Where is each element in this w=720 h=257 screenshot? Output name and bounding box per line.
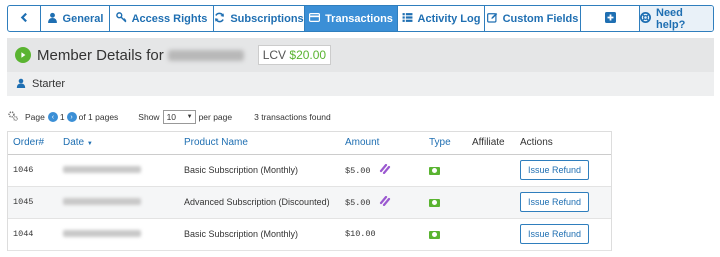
col-affiliate: Affiliate bbox=[467, 132, 515, 155]
membership-level: Starter bbox=[32, 78, 66, 90]
page-number: 1 bbox=[59, 112, 65, 122]
type-cell bbox=[424, 218, 467, 251]
user-icon bbox=[16, 78, 26, 91]
need-help-button[interactable]: Need help? bbox=[640, 6, 713, 31]
per-page-label: per page bbox=[198, 112, 233, 122]
tab-label: General bbox=[62, 12, 104, 25]
amount-cell: $10.00 bbox=[340, 218, 424, 251]
member-details-header: Member Details for LCV $20.00 bbox=[7, 38, 714, 72]
actions-cell: Issue Refund bbox=[515, 154, 611, 187]
order-date bbox=[58, 154, 179, 187]
type-cell bbox=[424, 154, 467, 187]
order-date bbox=[58, 218, 179, 251]
list-icon bbox=[402, 12, 413, 26]
affiliate-cell bbox=[467, 186, 515, 219]
lifebuoy-icon bbox=[640, 11, 651, 26]
table-row: 1045 Advanced Subscription (Discounted) … bbox=[8, 186, 611, 219]
member-tabs: General Access Rights Subscriptions Tran… bbox=[7, 5, 714, 32]
table-row: 1046 Basic Subscription (Monthly) $5.00 … bbox=[8, 154, 611, 187]
results-count: 3 transactions found bbox=[254, 112, 331, 122]
transactions-table: Order# Date ▼ Product Name Amount Type A… bbox=[7, 131, 612, 251]
tab-transactions[interactable]: Transactions bbox=[305, 6, 398, 31]
order-number: 1046 bbox=[8, 154, 58, 187]
tab-label: Subscriptions bbox=[230, 12, 304, 25]
show-label: Show bbox=[138, 112, 160, 122]
tab-label: Activity Log bbox=[417, 12, 481, 25]
actions-cell: Issue Refund bbox=[515, 218, 611, 251]
money-icon bbox=[429, 198, 440, 207]
page-title: Member Details for bbox=[37, 47, 244, 64]
plus-square-icon bbox=[604, 11, 616, 26]
credit-card-icon bbox=[309, 12, 321, 26]
lcv-badge: LCV $20.00 bbox=[257, 45, 332, 65]
edit-icon bbox=[486, 12, 498, 26]
tab-subscriptions[interactable]: Subscriptions bbox=[214, 6, 305, 31]
per-page-value: 10 bbox=[166, 112, 177, 122]
col-date[interactable]: Date ▼ bbox=[58, 132, 179, 155]
sort-desc-icon: ▼ bbox=[86, 141, 93, 148]
amount-value: $5.00 bbox=[345, 165, 371, 176]
per-page-select[interactable]: 10 ▼ bbox=[162, 110, 196, 124]
col-order[interactable]: Order# bbox=[8, 132, 58, 155]
affiliate-cell bbox=[467, 154, 515, 187]
of-pages: of 1 pages bbox=[78, 112, 119, 122]
col-product[interactable]: Product Name bbox=[179, 132, 340, 155]
issue-refund-button[interactable]: Issue Refund bbox=[520, 224, 590, 244]
membership-level-row: Starter bbox=[7, 72, 714, 96]
redacted-date bbox=[63, 230, 141, 237]
tab-access-rights[interactable]: Access Rights bbox=[110, 6, 214, 31]
tab-custom-fields[interactable]: Custom Fields bbox=[485, 6, 581, 31]
col-amount[interactable]: Amount bbox=[340, 132, 424, 155]
tab-activity-log[interactable]: Activity Log bbox=[398, 6, 485, 31]
amount-cell: $5.00 bbox=[340, 186, 424, 219]
type-cell bbox=[424, 186, 467, 219]
lcv-label: LCV bbox=[262, 48, 287, 62]
order-number: 1044 bbox=[8, 218, 58, 251]
tab-label: Custom Fields bbox=[502, 12, 579, 25]
issue-refund-button[interactable]: Issue Refund bbox=[520, 160, 590, 180]
prev-page-button[interactable]: ‹ bbox=[47, 112, 58, 122]
redacted-member-name bbox=[167, 50, 244, 62]
key-icon bbox=[115, 11, 127, 26]
affiliate-cell bbox=[467, 218, 515, 251]
add-tab[interactable] bbox=[581, 6, 640, 31]
product-name: Advanced Subscription (Discounted) bbox=[179, 186, 340, 219]
refresh-icon bbox=[214, 12, 225, 26]
col-actions: Actions bbox=[515, 132, 611, 155]
chevron-left-icon bbox=[19, 12, 30, 26]
tab-label: Need help? bbox=[656, 6, 686, 31]
redacted-date bbox=[63, 198, 141, 205]
amount-value: $10.00 bbox=[345, 229, 376, 239]
table-row: 1044 Basic Subscription (Monthly) $10.00… bbox=[8, 218, 611, 251]
next-page-button[interactable]: › bbox=[66, 112, 77, 122]
lcv-value: $20.00 bbox=[289, 48, 327, 62]
issue-refund-button[interactable]: Issue Refund bbox=[520, 192, 590, 212]
page-label: Page bbox=[25, 112, 45, 122]
amount-cell: $5.00 bbox=[340, 154, 424, 187]
page-title-text: Member Details for bbox=[37, 46, 164, 64]
play-icon bbox=[15, 47, 31, 63]
product-name: Basic Subscription (Monthly) bbox=[179, 218, 340, 251]
tab-label: Transactions bbox=[325, 12, 393, 25]
caret-down-icon: ▼ bbox=[186, 114, 193, 120]
tab-general[interactable]: General bbox=[41, 6, 110, 31]
actions-cell: Issue Refund bbox=[515, 186, 611, 219]
col-type[interactable]: Type bbox=[424, 132, 467, 155]
recurring-payment-icon bbox=[379, 163, 391, 177]
pagination-bar: Page ‹ 1 › of 1 pages Show 10 ▼ per page… bbox=[7, 108, 331, 126]
redacted-date bbox=[63, 166, 141, 173]
money-icon bbox=[429, 230, 440, 239]
order-date bbox=[58, 186, 179, 219]
product-name: Basic Subscription (Monthly) bbox=[179, 154, 340, 187]
col-date-label: Date bbox=[63, 137, 85, 149]
gear-icon[interactable] bbox=[7, 110, 19, 124]
order-number: 1045 bbox=[8, 186, 58, 219]
table-header-row: Order# Date ▼ Product Name Amount Type A… bbox=[8, 132, 611, 155]
user-icon bbox=[47, 12, 58, 26]
amount-value: $5.00 bbox=[345, 197, 371, 208]
recurring-payment-icon bbox=[379, 195, 391, 209]
back-tab[interactable] bbox=[8, 6, 41, 31]
money-icon bbox=[429, 166, 440, 175]
tab-label: Access Rights bbox=[131, 12, 208, 25]
